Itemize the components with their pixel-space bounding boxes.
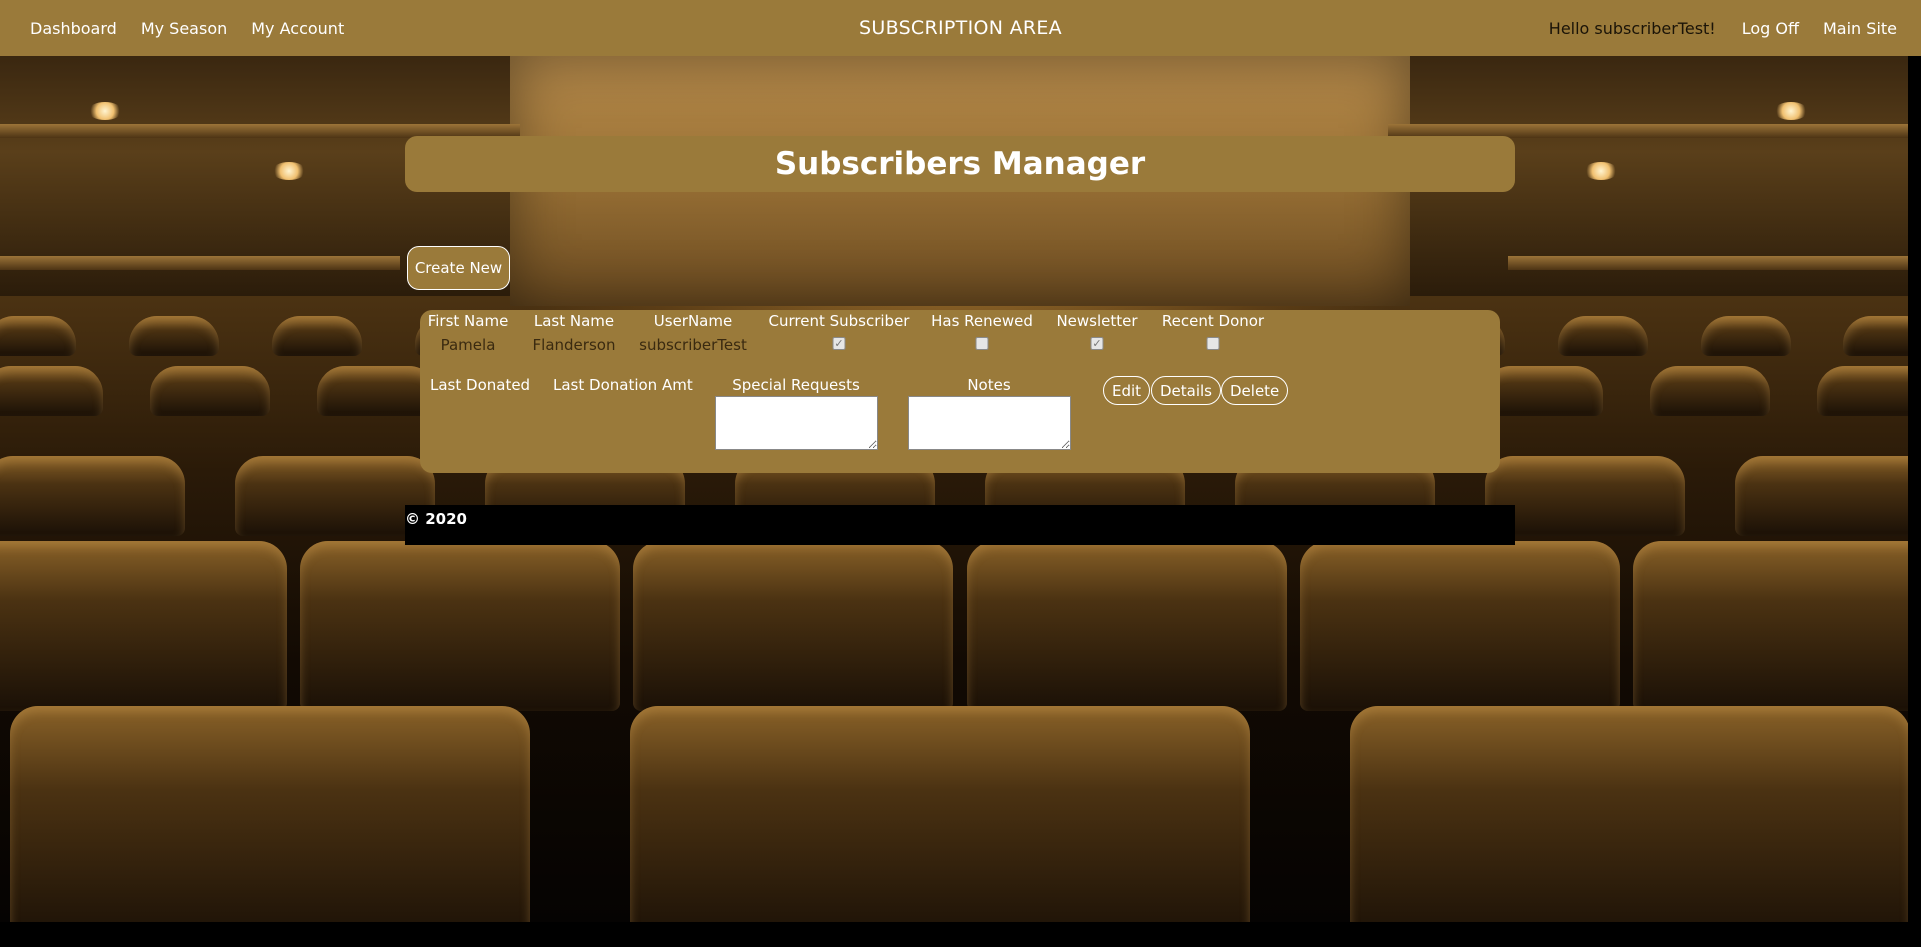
top-navbar: Dashboard My Season My Account SUBSCRIPT… [0, 0, 1921, 56]
edit-button[interactable]: Edit [1103, 376, 1151, 405]
has-renewed-checkbox[interactable] [975, 337, 989, 350]
create-new-button[interactable]: Create New [407, 246, 510, 290]
details-button[interactable]: Details [1151, 376, 1222, 405]
subscriber-record-panel: First Name Last Name UserName Current Su… [420, 310, 1500, 473]
notes-textarea[interactable] [908, 396, 1071, 450]
nav-my-season-link[interactable]: My Season [129, 19, 239, 38]
main-site-link[interactable]: Main Site [1811, 19, 1909, 38]
footer: © 2020 [405, 505, 1515, 545]
delete-button[interactable]: Delete [1221, 376, 1289, 405]
header-newsletter: Newsletter [1056, 312, 1138, 330]
balcony-rail [0, 256, 400, 270]
lamp-icon [1774, 102, 1808, 120]
special-requests-textarea[interactable] [715, 396, 878, 450]
nav-right-links: Hello subscriberTest! Log Off Main Site [1535, 19, 1909, 38]
log-off-link[interactable]: Log Off [1730, 19, 1811, 38]
cell-username: subscriberTest [639, 336, 747, 354]
lamp-icon [88, 102, 122, 120]
header-last-name: Last Name [533, 312, 615, 330]
seat-row [0, 541, 1908, 711]
header-first-name: First Name [427, 312, 509, 330]
header-notes: Notes [967, 376, 1011, 394]
seat-row [0, 706, 1908, 922]
header-recent-donor: Recent Donor [1161, 312, 1265, 330]
header-special-requests: Special Requests [732, 376, 860, 394]
header-username: UserName [653, 312, 733, 330]
header-last-donation-amt: Last Donation Amt [553, 376, 693, 394]
nav-my-account-link[interactable]: My Account [239, 19, 356, 38]
cell-first-name: Pamela [440, 336, 496, 354]
nav-dashboard-link[interactable]: Dashboard [18, 19, 129, 38]
copyright-text: © 2020 [405, 510, 467, 528]
user-greeting[interactable]: Hello subscriberTest! [1535, 19, 1730, 38]
header-current-subscriber: Current Subscriber [768, 312, 910, 330]
newsletter-checkbox[interactable]: ✓ [1090, 337, 1104, 350]
page-title: Subscribers Manager [774, 146, 1146, 182]
recent-donor-checkbox[interactable] [1206, 337, 1220, 350]
cell-last-name: Flanderson [532, 336, 616, 354]
balcony-rail [1508, 256, 1908, 270]
page-header-banner: Subscribers Manager [405, 136, 1515, 192]
header-last-donated: Last Donated [430, 376, 531, 394]
current-subscriber-checkbox[interactable]: ✓ [832, 337, 846, 350]
nav-left-links: Dashboard My Season My Account [18, 19, 356, 38]
lamp-icon [1584, 162, 1618, 180]
lamp-icon [272, 162, 306, 180]
header-has-renewed: Has Renewed [931, 312, 1033, 330]
